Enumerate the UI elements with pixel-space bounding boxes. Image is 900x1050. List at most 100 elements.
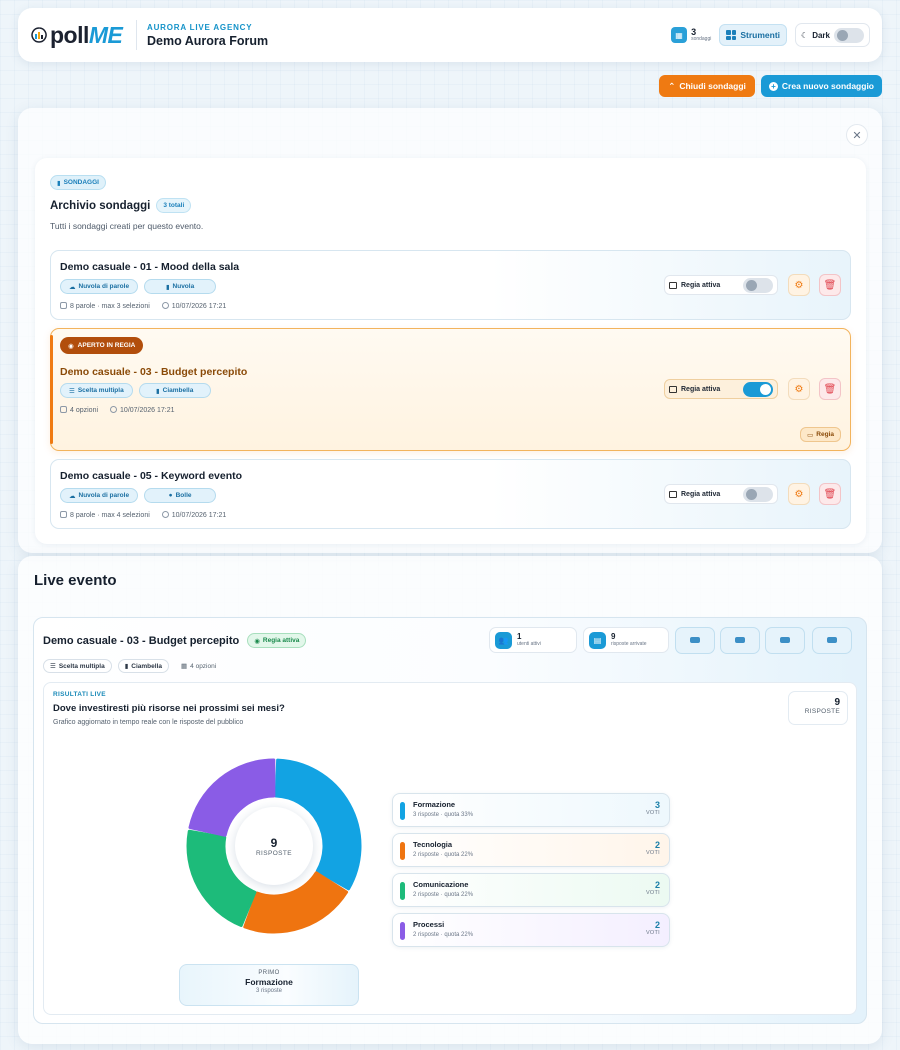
grid-icon	[60, 406, 67, 413]
archive-title: Archivio sondaggi 3 totali	[50, 198, 192, 213]
close-polls-button[interactable]: ⌃ Chiudi sondaggi	[659, 75, 755, 97]
agency-label: AURORA LIVE AGENCY	[147, 22, 253, 32]
answers-stat: ▤ 9 risposte arrivate	[583, 627, 669, 653]
edit-button[interactable]: ⚙	[788, 483, 810, 505]
regia-toggle[interactable]: Regia attiva	[664, 484, 778, 504]
clock-icon	[161, 511, 169, 518]
section-pill: ▮ SONDAGGI	[50, 175, 106, 190]
type-tag: ☰ Scelta multipla	[60, 383, 133, 398]
poll-meta: 8 parole · max 4 selezioni 10/07/2026 17…	[60, 511, 226, 519]
delete-button[interactable]: 🗑	[819, 378, 841, 400]
regia-link-button[interactable]: ▭ Regia	[800, 427, 841, 442]
chart-tag: ▮ Nuvola	[144, 279, 217, 294]
tool-button-3[interactable]	[765, 627, 805, 654]
list-icon: ☰	[69, 387, 75, 395]
edit-button[interactable]: ⚙	[788, 274, 810, 296]
legend-swatch	[400, 842, 405, 860]
monitor-icon: ▭	[807, 431, 814, 439]
delete-button[interactable]: 🗑	[819, 483, 841, 505]
bars-icon: ▮	[57, 179, 61, 187]
poll-row[interactable]: Demo casuale - 01 - Mood della sala ☁ Nuv…	[50, 250, 851, 320]
type-tag: ☁ Nuvola di parole	[60, 488, 139, 503]
regia-switch[interactable]	[743, 486, 773, 502]
legend-item: Processi 2 risposte · quota 22% 2 VOTI	[392, 913, 670, 947]
grid-icon: ▦	[671, 27, 688, 43]
legend-meta: 2 risposte · quota 22%	[413, 852, 474, 858]
chart-tag: ▮ Ciambella	[138, 383, 211, 398]
logo-text: pollME	[50, 21, 123, 48]
poll-count: ▦ 3 sondaggi	[671, 27, 711, 43]
legend-swatch	[400, 922, 405, 940]
legend-swatch	[400, 882, 405, 900]
broadcast-icon: ◉	[254, 637, 260, 645]
grid-icon: ▦	[181, 663, 188, 670]
type-tag: ☰ Scelta multipla	[43, 659, 112, 673]
poll-meta: 4 opzioni 10/07/2026 17:21	[60, 406, 175, 414]
sliders-icon: ⚙	[794, 488, 804, 500]
tool-button-4[interactable]	[812, 627, 852, 654]
legend-value: 3 VOTI	[645, 800, 660, 817]
results-kicker: RISULTATI LIVE	[53, 691, 106, 698]
question-text: Dove investiresti più risorse nei prossi…	[53, 703, 285, 714]
archive-subtitle: Tutti i sondaggi creati per questo event…	[50, 221, 204, 231]
clock-icon	[161, 302, 169, 309]
list-icon: ☰	[50, 663, 56, 670]
trash-icon: 🗑	[823, 383, 837, 395]
bar-chart-icon: ▮	[165, 283, 170, 291]
monitor-icon	[669, 281, 677, 289]
tool-button-2[interactable]	[720, 627, 760, 654]
grid-icon	[60, 511, 67, 518]
regia-toggle[interactable]: Regia attiva	[664, 275, 778, 295]
poll-title: Demo casuale - 01 - Mood della sala	[60, 261, 240, 273]
tool-button-1[interactable]	[675, 627, 715, 654]
moon-icon: ☾	[801, 30, 809, 40]
close-panel-button[interactable]: ✕	[846, 124, 868, 146]
poll-row[interactable]: Demo casuale - 05 - Keyword evento ☁ Nuvo…	[50, 459, 851, 529]
type-tag: ☁ Nuvola di parole	[60, 279, 139, 294]
delete-button[interactable]: 🗑	[819, 274, 841, 296]
top-answer-box: PRIMO Formazione 3 risposte	[179, 964, 359, 1006]
logo: pollME	[30, 22, 130, 49]
regia-switch[interactable]	[743, 277, 773, 293]
new-poll-button[interactable]: + Crea nuovo sondaggio	[760, 75, 882, 97]
chat-icon: ▤	[589, 631, 606, 649]
plus-icon: +	[768, 81, 778, 91]
dark-switch[interactable]	[834, 27, 864, 43]
regia-active-badge: ◉ Regia attiva	[247, 633, 307, 648]
legend-label: Comunicazione	[413, 880, 469, 889]
legend-item: Comunicazione 2 risposte · quota 22% 2 VOTI	[392, 873, 670, 907]
users-icon	[690, 636, 700, 643]
poll-row-active[interactable]: ◉ APERTO IN REGIA Demo casuale - 03 - Bud…	[50, 328, 851, 451]
archive-card: ▮ SONDAGGI Archivio sondaggi 3 totali Tut…	[35, 158, 866, 544]
bar-chart-icon: ▮	[156, 387, 160, 395]
poll-title: Demo casuale - 05 - Keyword evento	[60, 470, 243, 482]
users-icon: 👥	[495, 631, 512, 649]
monitor-icon	[669, 490, 677, 498]
bar-chart-icon: ▮	[124, 663, 129, 670]
bubbles-icon: ●	[168, 492, 173, 499]
edit-button[interactable]: ⚙	[788, 378, 810, 400]
clock-icon	[110, 406, 118, 413]
legend-meta: 2 risposte · quota 22%	[413, 932, 474, 938]
legend-label: Formazione	[413, 800, 456, 809]
trash-icon: 🗑	[823, 279, 837, 291]
monitor-icon	[669, 385, 677, 393]
regia-toggle[interactable]: Regia attiva	[664, 379, 778, 399]
legend-meta: 3 risposte · quota 33%	[413, 812, 474, 818]
tools-icon	[726, 30, 737, 40]
event-title: Demo Aurora Forum	[147, 33, 269, 48]
tools-button[interactable]: Strumenti	[719, 24, 788, 46]
legend-swatch	[400, 802, 405, 820]
chart-tag: ▮ Ciambella	[117, 659, 169, 673]
regia-switch[interactable]	[743, 381, 773, 397]
legend-value: 2 VOTI	[645, 880, 660, 897]
chart-tag: ● Bolle	[144, 488, 217, 503]
dark-mode-toggle[interactable]: ☾ Dark	[795, 23, 870, 47]
logo-mark-icon	[31, 27, 47, 43]
legend-value: 2 VOTI	[645, 920, 660, 937]
close-icon: ✕	[852, 129, 862, 142]
active-users-stat: 👥 1 utenti attivi	[489, 627, 577, 653]
total-badge: 3 totali	[156, 198, 192, 213]
sliders-icon: ⚙	[794, 383, 804, 395]
display-icon	[827, 636, 837, 643]
